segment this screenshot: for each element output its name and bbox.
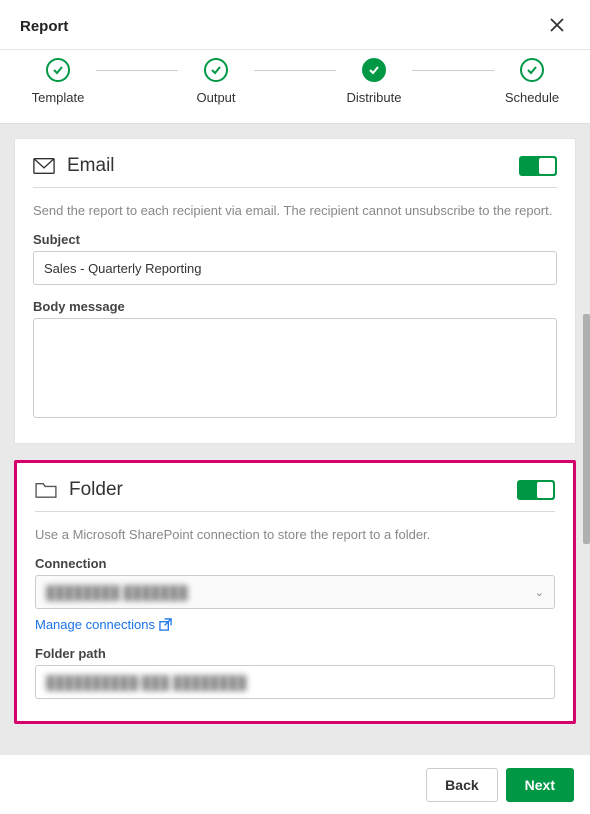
step-label: Output — [196, 90, 235, 105]
email-card: Email Send the report to each recipient … — [14, 138, 576, 444]
dialog-header: Report — [0, 0, 590, 49]
body-textarea[interactable] — [33, 318, 557, 418]
folder-path-input[interactable]: ██████████/███ ████████ — [35, 665, 555, 699]
subject-label: Subject — [33, 232, 557, 247]
subject-input[interactable] — [33, 251, 557, 285]
step-schedule[interactable]: Schedule — [502, 58, 562, 105]
toggle-knob — [537, 482, 553, 498]
toggle-knob — [539, 158, 555, 174]
dialog-title: Report — [20, 18, 68, 35]
dialog-footer: Back Next — [0, 756, 590, 814]
external-link-icon — [159, 618, 172, 631]
step-distribute[interactable]: Distribute — [344, 58, 404, 105]
connection-value: ████████ ███████ — [46, 585, 188, 600]
check-icon — [52, 64, 64, 76]
content-area: Email Send the report to each recipient … — [0, 123, 590, 755]
connection-label: Connection — [35, 556, 555, 571]
connection-select[interactable]: ████████ ███████ ⌄ — [35, 575, 555, 609]
card-title: Email — [67, 155, 115, 177]
folder-path-field-group: Folder path ██████████/███ ████████ — [35, 646, 555, 699]
next-button[interactable]: Next — [506, 768, 574, 802]
card-title: Folder — [69, 479, 123, 501]
body-label: Body message — [33, 299, 557, 314]
folder-path-value: ██████████/███ ████████ — [46, 675, 247, 690]
step-template[interactable]: Template — [28, 58, 88, 105]
close-icon — [550, 18, 564, 32]
folder-icon — [35, 481, 57, 499]
card-header: Folder — [35, 479, 555, 512]
step-connector — [412, 70, 494, 71]
step-label: Template — [32, 90, 85, 105]
folder-helper-text: Use a Microsoft SharePoint connection to… — [35, 526, 555, 544]
scrollbar-thumb[interactable] — [583, 314, 590, 544]
step-connector — [254, 70, 336, 71]
card-header: Email — [33, 155, 557, 188]
manage-connections-link[interactable]: Manage connections — [35, 617, 172, 632]
folder-path-label: Folder path — [35, 646, 555, 661]
folder-card: Folder Use a Microsoft SharePoint connec… — [14, 460, 576, 724]
back-button[interactable]: Back — [426, 768, 497, 802]
check-icon — [368, 64, 380, 76]
step-connector — [96, 70, 178, 71]
check-icon — [210, 64, 222, 76]
step-label: Schedule — [505, 90, 559, 105]
scrollbar-track[interactable] — [582, 124, 590, 755]
link-text: Manage connections — [35, 617, 155, 632]
email-helper-text: Send the report to each recipient via em… — [33, 202, 557, 220]
body-field-group: Body message — [33, 299, 557, 421]
wizard-stepper: Template Output Distribute Schedule — [0, 49, 590, 123]
step-output[interactable]: Output — [186, 58, 246, 105]
step-label: Distribute — [347, 90, 402, 105]
mail-icon — [33, 157, 55, 175]
connection-field-group: Connection ████████ ███████ ⌄ — [35, 556, 555, 609]
email-toggle[interactable] — [519, 156, 557, 176]
check-icon — [526, 64, 538, 76]
subject-field-group: Subject — [33, 232, 557, 285]
chevron-down-icon: ⌄ — [535, 586, 544, 599]
close-button[interactable] — [544, 14, 570, 39]
folder-toggle[interactable] — [517, 480, 555, 500]
